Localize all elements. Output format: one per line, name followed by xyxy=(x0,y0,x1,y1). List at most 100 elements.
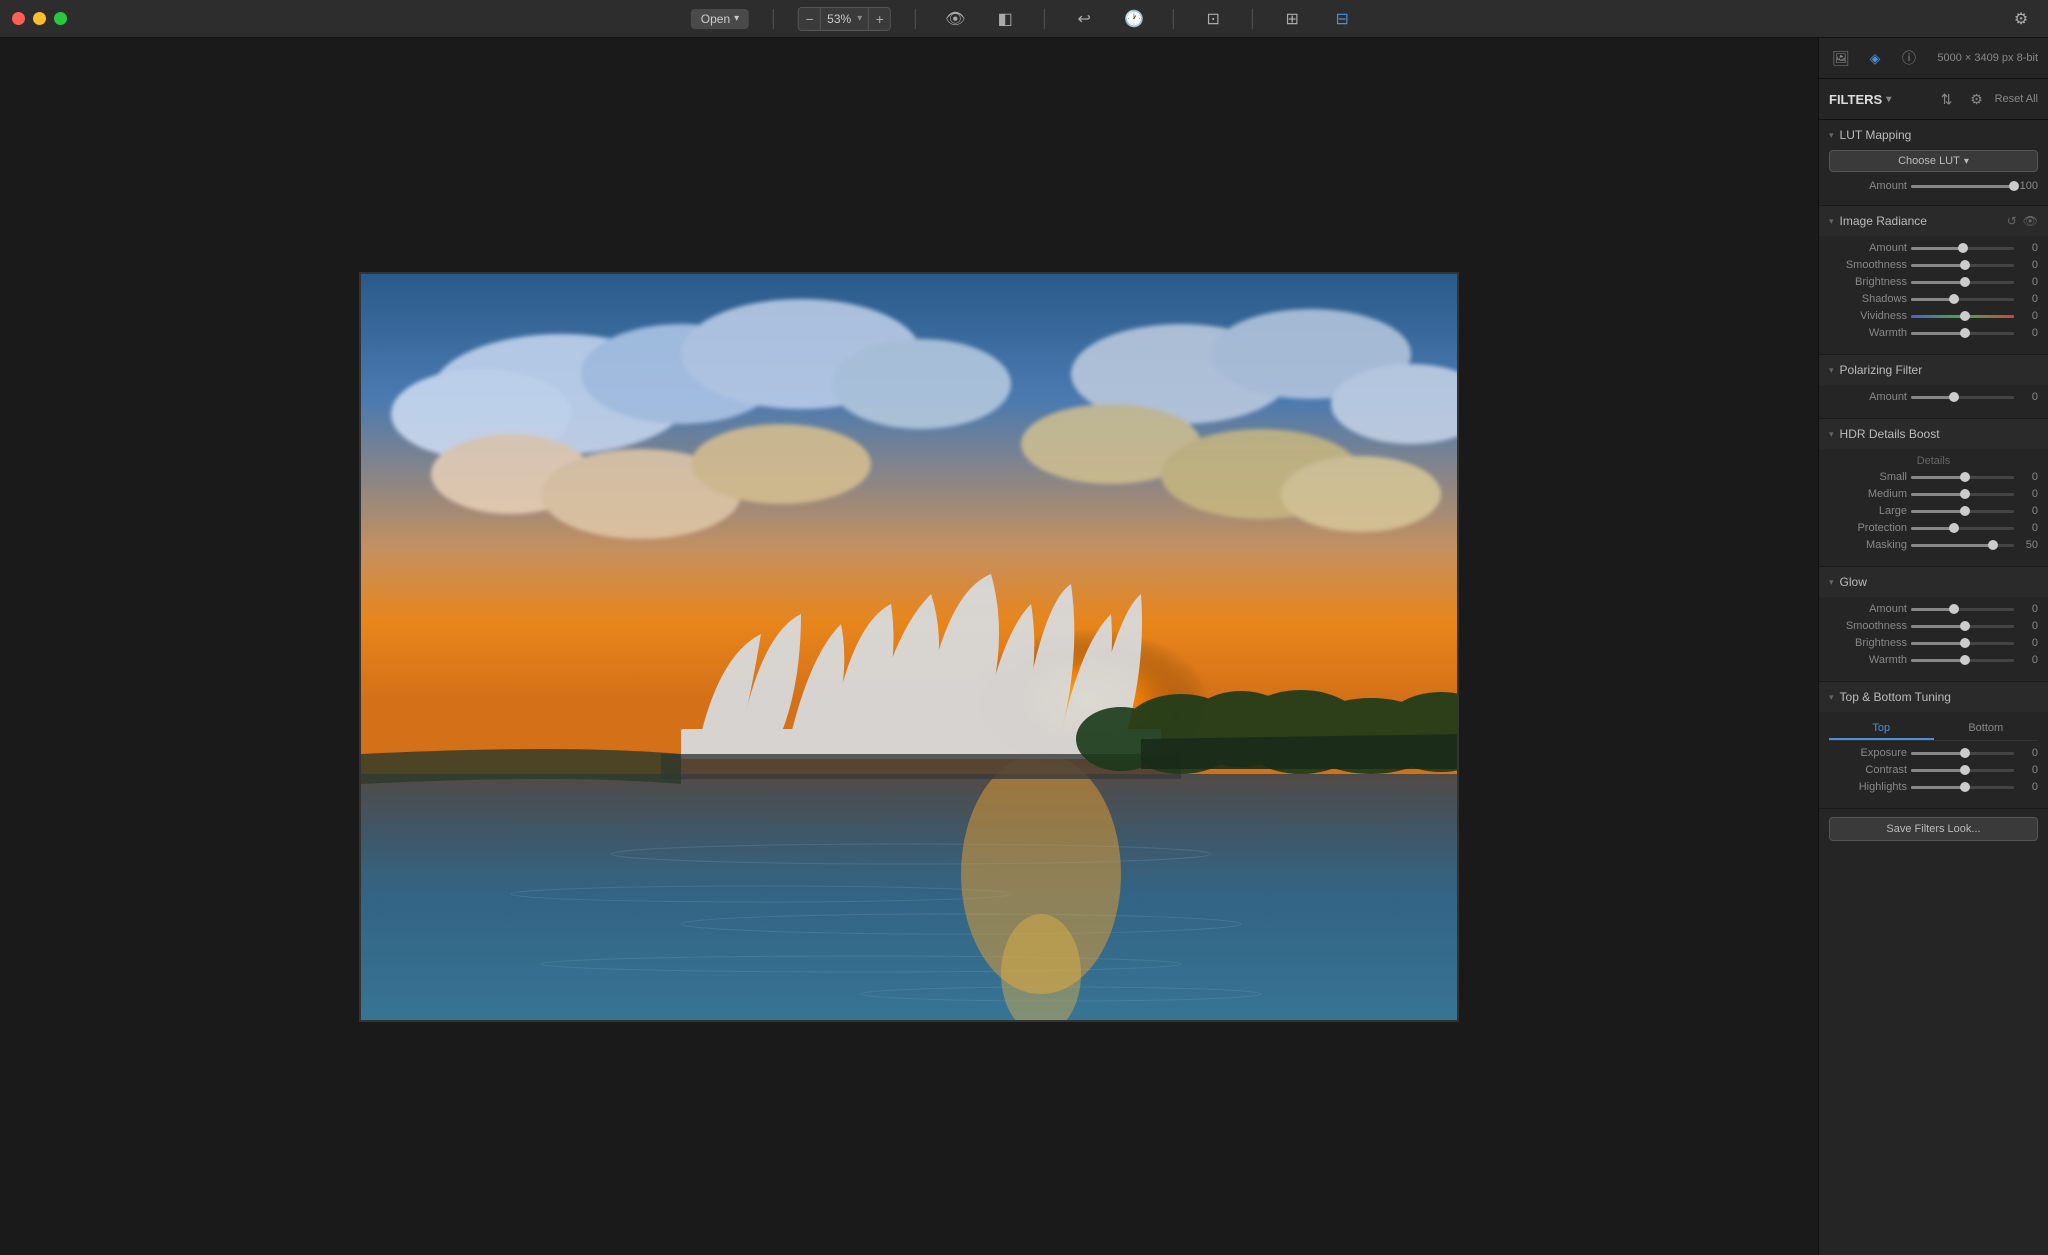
lut-mapping-title: ▾ LUT Mapping xyxy=(1829,128,2038,142)
top-bottom-tuning-title: ▾ Top & Bottom Tuning xyxy=(1829,690,1951,704)
hdr-medium-slider[interactable] xyxy=(1911,493,2014,496)
glow-amount-slider[interactable] xyxy=(1911,608,2014,611)
ir-smoothness-label: Smoothness xyxy=(1829,259,1907,271)
polarizing-filter-content: Amount 0 xyxy=(1819,385,2048,418)
filters-actions: ⇅ ⚙ Reset All xyxy=(1935,87,2038,111)
pf-amount-row: Amount 0 xyxy=(1829,391,2038,403)
pf-amount-slider[interactable] xyxy=(1911,396,2014,399)
ir-brightness-slider[interactable] xyxy=(1911,281,2014,284)
filters-title[interactable]: FILTERS xyxy=(1829,92,1891,107)
ir-warmth-value: 0 xyxy=(2018,327,2038,339)
hdr-protection-label: Protection xyxy=(1829,522,1907,534)
glow-warmth-slider[interactable] xyxy=(1911,659,2014,662)
main-content: 🖼 ◈ ⓘ 5000 × 3409 px 8-bit FILTERS ⇅ ⚙ R… xyxy=(0,38,2048,1255)
glow-title: ▾ Glow xyxy=(1829,575,1867,589)
lut-amount-value: 100 xyxy=(2018,180,2038,192)
hdr-large-row: Large 0 xyxy=(1829,505,2038,517)
hdr-details-sublabel: Details xyxy=(1829,455,2038,467)
photo-overlay xyxy=(361,274,1459,1022)
top-bottom-tabs: Top Bottom xyxy=(1829,718,2038,741)
image-radiance-content: Amount 0 Smoothness 0 Bright xyxy=(1819,236,2048,354)
glow-header[interactable]: ▾ Glow xyxy=(1819,567,2048,597)
image-radiance-reset[interactable]: ↺ xyxy=(2007,214,2017,228)
filters-sort-button[interactable]: ⇅ xyxy=(1935,87,1959,111)
hdr-medium-label: Medium xyxy=(1829,488,1907,500)
ir-warmth-slider[interactable] xyxy=(1911,332,2014,335)
preview-button[interactable]: 👁 xyxy=(940,4,970,34)
canvas-image xyxy=(359,272,1459,1022)
hdr-large-label: Large xyxy=(1829,505,1907,517)
ir-vividness-slider[interactable] xyxy=(1911,315,2014,318)
ir-smoothness-value: 0 xyxy=(2018,259,2038,271)
titlebar: Open − 53% ▾ + 👁 ◧ ↩ 🕐 ⊡ ⊞ ⊟ ⚙ xyxy=(0,0,2048,38)
compare-button[interactable]: ◧ xyxy=(990,4,1020,34)
polarizing-filter-header[interactable]: ▾ Polarizing Filter xyxy=(1819,355,2048,385)
history-button[interactable]: 🕐 xyxy=(1119,4,1149,34)
glow-smoothness-slider[interactable] xyxy=(1911,625,2014,628)
zoom-minus-button[interactable]: − xyxy=(799,7,821,31)
zoom-value: 53% xyxy=(821,12,857,26)
hdr-protection-slider[interactable] xyxy=(1911,527,2014,530)
tbt-contrast-slider[interactable] xyxy=(1911,769,2014,772)
zoom-dropdown-arrow[interactable]: ▾ xyxy=(857,13,868,24)
hdr-small-value: 0 xyxy=(2018,471,2038,483)
choose-lut-button[interactable]: Choose LUT xyxy=(1829,150,2038,172)
ir-shadows-row: Shadows 0 xyxy=(1829,293,2038,305)
ir-amount-slider[interactable] xyxy=(1911,247,2014,250)
hdr-masking-slider[interactable] xyxy=(1911,544,2014,547)
panel-filter-tab[interactable]: ◈ xyxy=(1863,46,1887,70)
top-bottom-tuning-header[interactable]: ▾ Top & Bottom Tuning xyxy=(1819,682,2048,712)
filters-settings-button[interactable]: ⚙ xyxy=(1965,87,1989,111)
separator-5 xyxy=(1252,9,1253,29)
hdr-small-slider[interactable] xyxy=(1911,476,2014,479)
minimize-button[interactable] xyxy=(33,12,46,25)
pf-amount-label: Amount xyxy=(1829,391,1907,403)
undo-button[interactable]: ↩ xyxy=(1069,4,1099,34)
hdr-large-slider[interactable] xyxy=(1911,510,2014,513)
glow-brightness-slider[interactable] xyxy=(1911,642,2014,645)
hdr-details-header[interactable]: ▾ HDR Details Boost xyxy=(1819,419,2048,449)
lut-amount-slider[interactable] xyxy=(1911,185,2014,188)
image-radiance-visibility[interactable]: 👁 xyxy=(2023,214,2038,228)
tab-bottom[interactable]: Bottom xyxy=(1934,718,2039,740)
tbt-highlights-slider[interactable] xyxy=(1911,786,2014,789)
crop-button[interactable]: ⊡ xyxy=(1198,4,1228,34)
glow-amount-value: 0 xyxy=(2018,603,2038,615)
ir-shadows-slider[interactable] xyxy=(1911,298,2014,301)
ir-amount-value: 0 xyxy=(2018,242,2038,254)
glow-warmth-label: Warmth xyxy=(1829,654,1907,666)
titlebar-toolbar: Open − 53% ▾ + 👁 ◧ ↩ 🕐 ⊡ ⊞ ⊟ xyxy=(691,4,1357,34)
close-button[interactable] xyxy=(12,12,25,25)
canvas-area[interactable] xyxy=(0,38,1818,1255)
filters-header: FILTERS ⇅ ⚙ Reset All xyxy=(1819,79,2048,120)
ir-smoothness-slider[interactable] xyxy=(1911,264,2014,267)
image-radiance-section: ▾ Image Radiance ↺ 👁 Amount 0 xyxy=(1819,206,2048,355)
ir-brightness-value: 0 xyxy=(2018,276,2038,288)
lut-amount-label: Amount xyxy=(1829,180,1907,192)
traffic-lights xyxy=(12,12,67,25)
zoom-plus-button[interactable]: + xyxy=(868,7,890,31)
ir-warmth-label: Warmth xyxy=(1829,327,1907,339)
top-bottom-tuning-section: ▾ Top & Bottom Tuning Top Bottom Exposur… xyxy=(1819,682,2048,809)
tbt-exposure-slider[interactable] xyxy=(1911,752,2014,755)
maximize-button[interactable] xyxy=(54,12,67,25)
grid-button[interactable]: ⊞ xyxy=(1277,4,1307,34)
tbt-highlights-row: Highlights 0 xyxy=(1829,781,2038,793)
settings-button[interactable]: ⚙ xyxy=(2006,4,2036,34)
panel-top-bar: 🖼 ◈ ⓘ 5000 × 3409 px 8-bit xyxy=(1819,38,2048,79)
right-panel: 🖼 ◈ ⓘ 5000 × 3409 px 8-bit FILTERS ⇅ ⚙ R… xyxy=(1818,38,2048,1255)
open-button[interactable]: Open xyxy=(691,9,749,29)
glow-section: ▾ Glow Amount 0 Smoothness xyxy=(1819,567,2048,682)
save-filters-button[interactable]: Save Filters Look... xyxy=(1829,817,2038,841)
filter-button[interactable]: ⊟ xyxy=(1327,4,1357,34)
image-radiance-header[interactable]: ▾ Image Radiance ↺ 👁 xyxy=(1819,206,2048,236)
reset-all-button[interactable]: Reset All xyxy=(1995,93,2038,105)
hdr-medium-row: Medium 0 xyxy=(1829,488,2038,500)
tab-top[interactable]: Top xyxy=(1829,718,1934,740)
lut-chevron: ▾ xyxy=(1829,130,1834,141)
ir-vividness-row: Vividness 0 xyxy=(1829,310,2038,322)
panel-info-tab[interactable]: ⓘ xyxy=(1897,46,1921,70)
lut-amount-thumb[interactable] xyxy=(2009,181,2019,191)
hdr-masking-row: Masking 50 xyxy=(1829,539,2038,551)
panel-photo-tab[interactable]: 🖼 xyxy=(1829,46,1853,70)
